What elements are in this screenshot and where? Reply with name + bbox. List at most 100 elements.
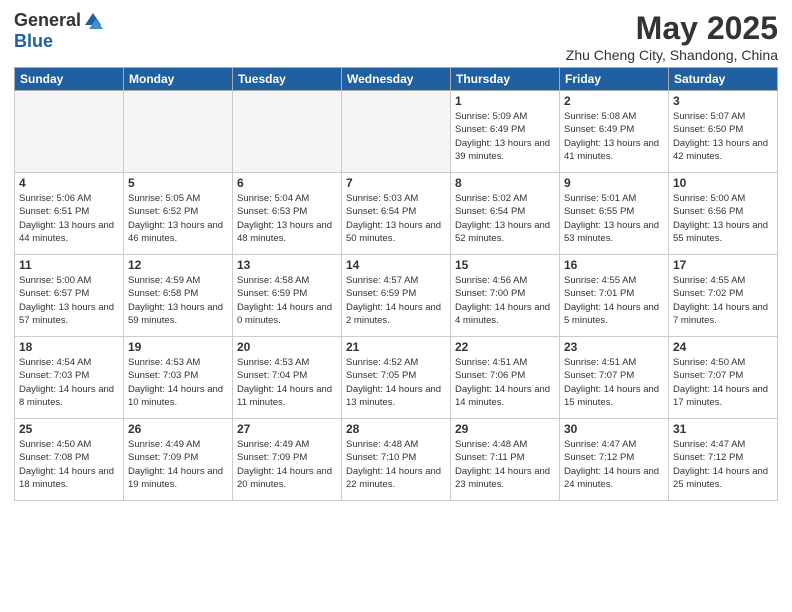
day-number: 11	[19, 258, 119, 272]
day-info: Sunrise: 5:06 AMSunset: 6:51 PMDaylight:…	[19, 192, 119, 245]
day-info: Sunrise: 4:48 AMSunset: 7:10 PMDaylight:…	[346, 438, 446, 491]
weekday-header-row: Sunday Monday Tuesday Wednesday Thursday…	[15, 68, 778, 91]
day-number: 31	[673, 422, 773, 436]
day-number: 4	[19, 176, 119, 190]
day-info: Sunrise: 4:56 AMSunset: 7:00 PMDaylight:…	[455, 274, 555, 327]
day-number: 7	[346, 176, 446, 190]
day-number: 15	[455, 258, 555, 272]
day-info: Sunrise: 4:51 AMSunset: 7:06 PMDaylight:…	[455, 356, 555, 409]
calendar-week-row: 18Sunrise: 4:54 AMSunset: 7:03 PMDayligh…	[15, 337, 778, 419]
calendar-cell: 20 Sunrise: 4:53 AMSunset: 7:04 PMDayligh…	[233, 337, 342, 419]
calendar-cell: 24Sunrise: 4:50 AMSunset: 7:07 PMDayligh…	[669, 337, 778, 419]
calendar-cell: 27Sunrise: 4:49 AMSunset: 7:09 PMDayligh…	[233, 419, 342, 501]
day-number: 9	[564, 176, 664, 190]
day-info: Sunrise: 4:49 AMSunset: 7:09 PMDaylight:…	[237, 438, 337, 491]
calendar-week-row: 1 Sunrise: 5:09 AMSunset: 6:49 PMDaylight…	[15, 91, 778, 173]
day-info: Sunrise: 5:05 AMSunset: 6:52 PMDaylight:…	[128, 192, 228, 245]
day-info: Sunrise: 4:50 AMSunset: 7:08 PMDaylight:…	[19, 438, 119, 491]
calendar-week-row: 11 Sunrise: 5:00 AMSunset: 6:57 PMDayligh…	[15, 255, 778, 337]
calendar-cell: 26 Sunrise: 4:49 AMSunset: 7:09 PMDayligh…	[124, 419, 233, 501]
calendar-cell: 8 Sunrise: 5:02 AMSunset: 6:54 PMDaylight…	[451, 173, 560, 255]
day-info: Sunrise: 4:59 AMSunset: 6:58 PMDaylight:…	[128, 274, 228, 327]
day-info: Sunrise: 4:54 AMSunset: 7:03 PMDaylight:…	[19, 356, 119, 409]
calendar-cell: 22 Sunrise: 4:51 AMSunset: 7:06 PMDayligh…	[451, 337, 560, 419]
calendar-cell: 18Sunrise: 4:54 AMSunset: 7:03 PMDayligh…	[15, 337, 124, 419]
day-number: 14	[346, 258, 446, 272]
calendar-cell: 10Sunrise: 5:00 AMSunset: 6:56 PMDayligh…	[669, 173, 778, 255]
day-number: 28	[346, 422, 446, 436]
day-number: 16	[564, 258, 664, 272]
day-info: Sunrise: 5:00 AMSunset: 6:56 PMDaylight:…	[673, 192, 773, 245]
day-info: Sunrise: 4:57 AMSunset: 6:59 PMDaylight:…	[346, 274, 446, 327]
calendar-cell: 6 Sunrise: 5:04 AMSunset: 6:53 PMDaylight…	[233, 173, 342, 255]
calendar-cell: 4 Sunrise: 5:06 AMSunset: 6:51 PMDaylight…	[15, 173, 124, 255]
calendar-cell: 21Sunrise: 4:52 AMSunset: 7:05 PMDayligh…	[342, 337, 451, 419]
calendar-week-row: 4 Sunrise: 5:06 AMSunset: 6:51 PMDaylight…	[15, 173, 778, 255]
day-number: 24	[673, 340, 773, 354]
day-number: 26	[128, 422, 228, 436]
calendar-table: Sunday Monday Tuesday Wednesday Thursday…	[14, 67, 778, 501]
day-info: Sunrise: 5:00 AMSunset: 6:57 PMDaylight:…	[19, 274, 119, 327]
calendar-cell: 2Sunrise: 5:08 AMSunset: 6:49 PMDaylight…	[560, 91, 669, 173]
day-info: Sunrise: 5:09 AMSunset: 6:49 PMDaylight:…	[455, 110, 555, 163]
month-title: May 2025	[566, 10, 778, 47]
day-info: Sunrise: 4:51 AMSunset: 7:07 PMDaylight:…	[564, 356, 664, 409]
day-number: 8	[455, 176, 555, 190]
day-info: Sunrise: 5:03 AMSunset: 6:54 PMDaylight:…	[346, 192, 446, 245]
calendar-cell: 28 Sunrise: 4:48 AMSunset: 7:10 PMDayligh…	[342, 419, 451, 501]
day-number: 2	[564, 94, 664, 108]
calendar-cell: 14 Sunrise: 4:57 AMSunset: 6:59 PMDayligh…	[342, 255, 451, 337]
day-info: Sunrise: 5:04 AMSunset: 6:53 PMDaylight:…	[237, 192, 337, 245]
header-sunday: Sunday	[15, 68, 124, 91]
day-number: 23	[564, 340, 664, 354]
day-info: Sunrise: 4:55 AMSunset: 7:01 PMDaylight:…	[564, 274, 664, 327]
calendar-cell: 11 Sunrise: 5:00 AMSunset: 6:57 PMDayligh…	[15, 255, 124, 337]
calendar-cell	[124, 91, 233, 173]
day-number: 30	[564, 422, 664, 436]
page-header: General Blue May 2025 Zhu Cheng City, Sh…	[14, 10, 778, 63]
calendar-cell	[233, 91, 342, 173]
day-number: 21	[346, 340, 446, 354]
day-info: Sunrise: 4:48 AMSunset: 7:11 PMDaylight:…	[455, 438, 555, 491]
calendar-cell: 3Sunrise: 5:07 AMSunset: 6:50 PMDaylight…	[669, 91, 778, 173]
day-info: Sunrise: 5:07 AMSunset: 6:50 PMDaylight:…	[673, 110, 773, 163]
calendar-cell: 17Sunrise: 4:55 AMSunset: 7:02 PMDayligh…	[669, 255, 778, 337]
calendar-cell: 16 Sunrise: 4:55 AMSunset: 7:01 PMDayligh…	[560, 255, 669, 337]
day-number: 13	[237, 258, 337, 272]
calendar-cell: 29 Sunrise: 4:48 AMSunset: 7:11 PMDayligh…	[451, 419, 560, 501]
day-number: 19	[128, 340, 228, 354]
day-info: Sunrise: 4:53 AMSunset: 7:03 PMDaylight:…	[128, 356, 228, 409]
header-wednesday: Wednesday	[342, 68, 451, 91]
calendar-cell: 30 Sunrise: 4:47 AMSunset: 7:12 PMDayligh…	[560, 419, 669, 501]
calendar-cell: 23 Sunrise: 4:51 AMSunset: 7:07 PMDayligh…	[560, 337, 669, 419]
calendar-cell: 13Sunrise: 4:58 AMSunset: 6:59 PMDayligh…	[233, 255, 342, 337]
day-info: Sunrise: 4:49 AMSunset: 7:09 PMDaylight:…	[128, 438, 228, 491]
calendar-cell: 25Sunrise: 4:50 AMSunset: 7:08 PMDayligh…	[15, 419, 124, 501]
logo-general-text: General	[14, 10, 81, 31]
calendar-cell: 19 Sunrise: 4:53 AMSunset: 7:03 PMDayligh…	[124, 337, 233, 419]
calendar-cell	[342, 91, 451, 173]
day-number: 20	[237, 340, 337, 354]
header-saturday: Saturday	[669, 68, 778, 91]
calendar-cell: 5 Sunrise: 5:05 AMSunset: 6:52 PMDaylight…	[124, 173, 233, 255]
calendar-cell: 15 Sunrise: 4:56 AMSunset: 7:00 PMDayligh…	[451, 255, 560, 337]
location-subtitle: Zhu Cheng City, Shandong, China	[566, 47, 778, 63]
day-number: 29	[455, 422, 555, 436]
day-number: 6	[237, 176, 337, 190]
page-container: General Blue May 2025 Zhu Cheng City, Sh…	[0, 0, 792, 612]
calendar-cell: 7 Sunrise: 5:03 AMSunset: 6:54 PMDaylight…	[342, 173, 451, 255]
day-number: 22	[455, 340, 555, 354]
day-info: Sunrise: 4:53 AMSunset: 7:04 PMDaylight:…	[237, 356, 337, 409]
calendar-cell: 31 Sunrise: 4:47 AMSunset: 7:12 PMDayligh…	[669, 419, 778, 501]
day-info: Sunrise: 5:02 AMSunset: 6:54 PMDaylight:…	[455, 192, 555, 245]
logo: General Blue	[14, 10, 103, 52]
title-area: May 2025 Zhu Cheng City, Shandong, China	[566, 10, 778, 63]
day-number: 5	[128, 176, 228, 190]
day-info: Sunrise: 4:47 AMSunset: 7:12 PMDaylight:…	[564, 438, 664, 491]
day-number: 1	[455, 94, 555, 108]
calendar-cell: 1 Sunrise: 5:09 AMSunset: 6:49 PMDaylight…	[451, 91, 560, 173]
calendar-cell	[15, 91, 124, 173]
day-info: Sunrise: 4:55 AMSunset: 7:02 PMDaylight:…	[673, 274, 773, 327]
logo-icon	[83, 11, 103, 31]
day-info: Sunrise: 4:47 AMSunset: 7:12 PMDaylight:…	[673, 438, 773, 491]
